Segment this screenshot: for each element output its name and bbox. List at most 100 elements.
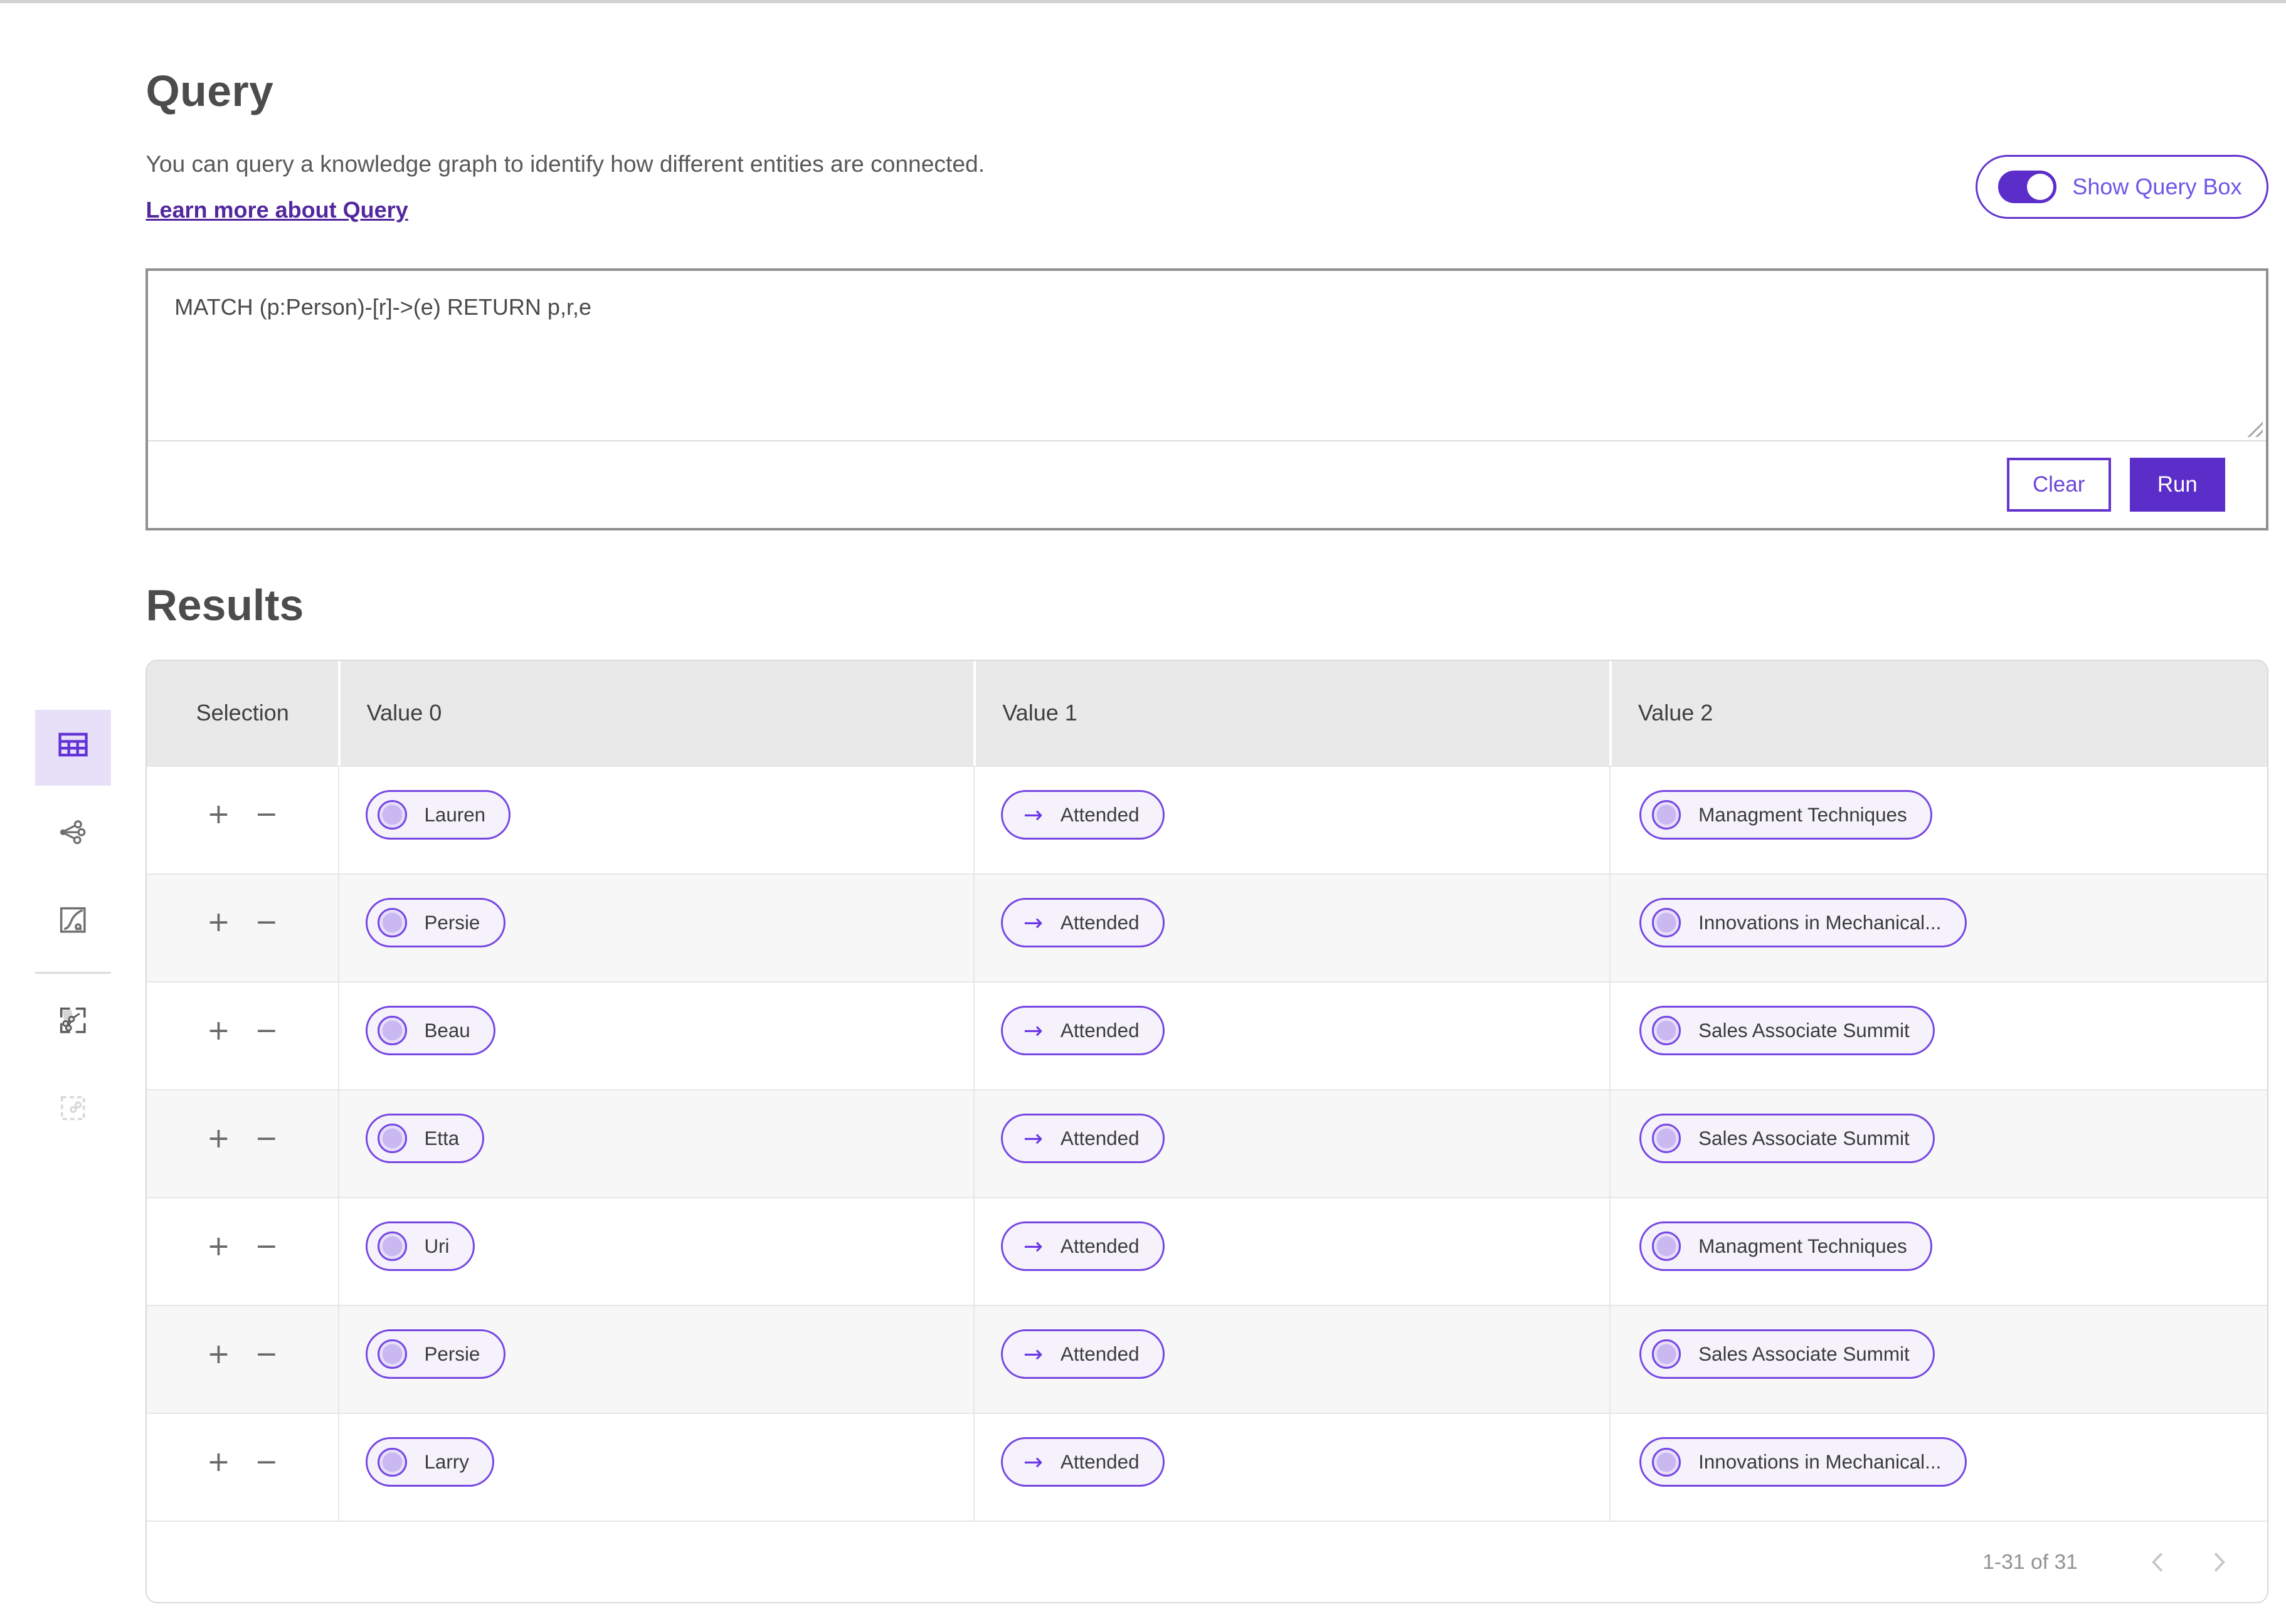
selection-cell: + − xyxy=(147,983,338,1089)
add-row-button[interactable]: + xyxy=(207,1008,230,1054)
remove-row-button[interactable]: − xyxy=(255,1223,278,1270)
sidebar-item-selection-view xyxy=(35,1073,111,1149)
table-row: + − Etta → Attended Sales Associate Summ… xyxy=(147,1089,2267,1197)
add-row-button[interactable]: + xyxy=(207,1115,230,1162)
remove-row-button[interactable]: − xyxy=(255,1439,278,1485)
add-row-button[interactable]: + xyxy=(207,1439,230,1485)
chevron-right-icon[interactable] xyxy=(2206,1549,2232,1575)
entity-label: Persie xyxy=(424,912,503,934)
sidebar-item-table-view[interactable] xyxy=(35,710,111,786)
relation-label: Attended xyxy=(1061,1020,1163,1042)
entity-label: Larry xyxy=(424,1451,492,1474)
remove-row-button[interactable]: − xyxy=(255,791,278,838)
value2-cell: Innovations in Mechanical... xyxy=(1609,875,2267,981)
entity-pill[interactable]: Persie xyxy=(366,1329,505,1379)
value1-cell: → Attended xyxy=(973,767,1609,873)
entity-pill[interactable]: Sales Associate Summit xyxy=(1639,1114,1934,1163)
entity-pill[interactable]: Innovations in Mechanical... xyxy=(1639,1437,1966,1487)
graph-view-icon xyxy=(58,818,87,852)
table-header: Selection Value 0 Value 1 Value 2 xyxy=(147,661,2267,766)
graph-explore-icon xyxy=(58,1006,87,1040)
entity-pill[interactable]: Persie xyxy=(366,898,505,947)
value2-cell: Sales Associate Summit xyxy=(1609,1306,2267,1413)
entity-pill[interactable]: Etta xyxy=(366,1114,485,1163)
arrow-right-icon: → xyxy=(1024,1235,1043,1258)
relation-pill[interactable]: → Attended xyxy=(1001,1114,1164,1163)
entity-pill[interactable]: Beau xyxy=(366,1006,495,1055)
selection-cell: + − xyxy=(147,767,338,873)
arrow-right-icon: → xyxy=(1024,803,1043,826)
relation-label: Attended xyxy=(1061,912,1163,934)
entity-pill[interactable]: Sales Associate Summit xyxy=(1639,1006,1934,1055)
remove-row-button[interactable]: − xyxy=(255,1115,278,1162)
column-header-selection: Selection xyxy=(147,661,338,766)
relation-pill[interactable]: → Attended xyxy=(1001,1006,1164,1055)
remove-row-button[interactable]: − xyxy=(255,1008,278,1054)
add-row-button[interactable]: + xyxy=(207,791,230,838)
table-footer: 1-31 of 31 xyxy=(147,1521,2267,1602)
query-input-wrap: MATCH (p:Person)-[r]->(e) RETURN p,r,e xyxy=(148,271,2266,441)
entity-pill[interactable]: Managment Techniques xyxy=(1639,1221,1932,1271)
arrow-right-icon: → xyxy=(1024,1127,1043,1150)
show-query-box-toggle[interactable]: Show Query Box xyxy=(1976,155,2268,219)
arrow-right-icon: → xyxy=(1024,1019,1043,1042)
entity-pill[interactable]: Uri xyxy=(366,1221,475,1271)
sidebar-item-graph-explore[interactable] xyxy=(35,985,111,1061)
learn-more-link[interactable]: Learn more about Query xyxy=(146,197,408,223)
selection-cell: + − xyxy=(147,1090,338,1197)
column-header-value2: Value 2 xyxy=(1609,661,2267,766)
table-row: + − Persie → Attended Sales Associate Su… xyxy=(147,1305,2267,1413)
entity-label: Innovations in Mechanical... xyxy=(1698,912,1964,934)
intro-text: You can query a knowledge graph to ident… xyxy=(146,150,985,223)
sidebar-item-chart-view[interactable] xyxy=(35,885,111,961)
add-row-button[interactable]: + xyxy=(207,1331,230,1378)
node-icon xyxy=(378,800,406,829)
query-input[interactable]: MATCH (p:Person)-[r]->(e) RETURN p,r,e xyxy=(148,271,2266,440)
entity-label: Etta xyxy=(424,1127,482,1150)
arrow-right-icon: → xyxy=(1024,1342,1043,1366)
relation-pill[interactable]: → Attended xyxy=(1001,790,1164,840)
entity-pill[interactable]: Innovations in Mechanical... xyxy=(1639,898,1966,947)
entity-label: Managment Techniques xyxy=(1698,1235,1930,1258)
value0-cell: Larry xyxy=(338,1414,974,1521)
relation-pill[interactable]: → Attended xyxy=(1001,1437,1164,1487)
relation-pill[interactable]: → Attended xyxy=(1001,898,1164,947)
entity-pill[interactable]: Lauren xyxy=(366,790,511,840)
relation-pill[interactable]: → Attended xyxy=(1001,1221,1164,1271)
relation-label: Attended xyxy=(1061,1127,1163,1150)
page-title: Query xyxy=(146,66,2268,116)
node-icon xyxy=(1652,1448,1681,1477)
add-row-button[interactable]: + xyxy=(207,1223,230,1270)
relation-label: Attended xyxy=(1061,1235,1163,1258)
relation-pill[interactable]: → Attended xyxy=(1001,1329,1164,1379)
selection-cell: + − xyxy=(147,1198,338,1305)
add-row-button[interactable]: + xyxy=(207,899,230,946)
entity-pill[interactable]: Sales Associate Summit xyxy=(1639,1329,1934,1379)
table-row: + − Persie → Attended Innovations in Mec… xyxy=(147,873,2267,981)
remove-row-button[interactable]: − xyxy=(255,899,278,946)
value0-cell: Persie xyxy=(338,875,974,981)
remove-row-button[interactable]: − xyxy=(255,1331,278,1378)
sidebar-item-graph-view[interactable] xyxy=(35,798,111,873)
clear-button[interactable]: Clear xyxy=(2007,458,2111,512)
value1-cell: → Attended xyxy=(973,1090,1609,1197)
run-button[interactable]: Run xyxy=(2130,458,2225,512)
entity-label: Lauren xyxy=(424,804,509,826)
pagination-label: 1-31 of 31 xyxy=(1982,1550,2078,1574)
entity-pill[interactable]: Larry xyxy=(366,1437,494,1487)
table-view-icon xyxy=(57,729,89,766)
pagination-controls xyxy=(2145,1549,2232,1575)
entity-label: Managment Techniques xyxy=(1698,804,1930,826)
page-description: You can query a knowledge graph to ident… xyxy=(146,150,985,177)
toggle-knob xyxy=(2027,174,2053,200)
value2-cell: Innovations in Mechanical... xyxy=(1609,1414,2267,1521)
table-row: + − Lauren → Attended Managment Techniqu… xyxy=(147,766,2267,873)
value2-cell: Managment Techniques xyxy=(1609,1198,2267,1305)
selection-view-icon xyxy=(58,1094,87,1128)
selection-cell: + − xyxy=(147,875,338,981)
chevron-left-icon[interactable] xyxy=(2145,1549,2171,1575)
value1-cell: → Attended xyxy=(973,983,1609,1089)
value0-cell: Etta xyxy=(338,1090,974,1197)
entity-pill[interactable]: Managment Techniques xyxy=(1639,790,1932,840)
node-icon xyxy=(378,1339,406,1368)
